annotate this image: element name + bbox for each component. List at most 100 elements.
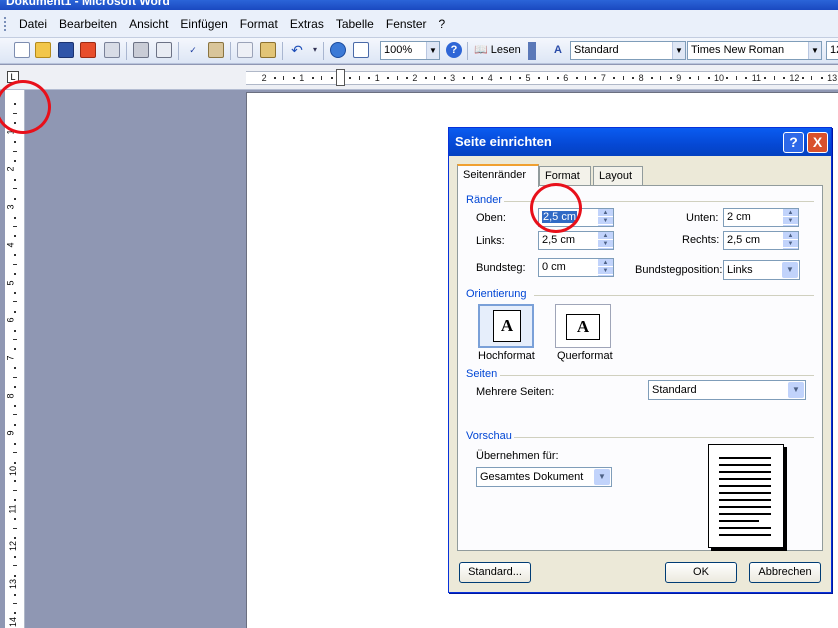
dialog-title-bar: Seite einrichten bbox=[449, 128, 831, 156]
spin-up-icon[interactable]: ▲ bbox=[598, 232, 613, 240]
landscape-page-icon: A bbox=[566, 314, 600, 340]
menu-datei[interactable]: Datei bbox=[13, 17, 53, 31]
font-combo[interactable]: Times New Roman ▼ bbox=[687, 41, 822, 60]
toolbar-overflow[interactable] bbox=[528, 42, 536, 60]
spin-down-icon[interactable]: ▼ bbox=[598, 217, 613, 225]
gutter-spinner[interactable]: 0 cm ▲ ▼ bbox=[538, 258, 614, 277]
ok-button[interactable]: OK bbox=[665, 562, 737, 583]
annotation-circle-ruler bbox=[0, 80, 51, 134]
menu-einfuegen[interactable]: Einfügen bbox=[174, 17, 233, 31]
ruler-tick bbox=[726, 77, 729, 79]
multiple-pages-select[interactable]: Standard ▼ bbox=[648, 380, 806, 400]
cancel-button[interactable]: Abbrechen bbox=[749, 562, 821, 583]
landscape-option[interactable]: A bbox=[555, 304, 611, 348]
tab-layout[interactable]: Layout bbox=[593, 166, 643, 186]
read-label: Lesen bbox=[490, 44, 521, 56]
apply-to-select[interactable]: Gesamtes Dokument ▼ bbox=[476, 467, 612, 487]
spin-up-icon[interactable]: ▲ bbox=[783, 209, 798, 217]
menu-tabelle[interactable]: Tabelle bbox=[330, 17, 380, 31]
portrait-option[interactable]: A bbox=[478, 304, 534, 348]
print-preview-icon[interactable] bbox=[156, 42, 172, 58]
ruler-tick bbox=[14, 593, 16, 596]
ruler-tick bbox=[14, 291, 16, 294]
menu-extras[interactable]: Extras bbox=[284, 17, 330, 31]
style-combo[interactable]: Standard ▼ bbox=[570, 41, 686, 60]
left-margin-label: Links: bbox=[476, 235, 505, 247]
dialog-title: Seite einrichten bbox=[455, 134, 552, 149]
ruler-tick bbox=[13, 565, 17, 567]
window-title-bar: Dokument1 - Microsoft Word bbox=[0, 0, 838, 10]
ruler-tick-label: 9 bbox=[676, 73, 682, 83]
chevron-down-icon[interactable]: ▼ bbox=[808, 42, 821, 59]
menu-ansicht[interactable]: Ansicht bbox=[123, 17, 174, 31]
gutter-label: Bundsteg: bbox=[476, 262, 526, 274]
chevron-down-icon[interactable]: ▼ bbox=[782, 262, 798, 278]
new-icon[interactable] bbox=[14, 42, 30, 58]
gutter-value: 0 cm bbox=[542, 261, 566, 273]
chevron-down-icon[interactable]: ▼ bbox=[594, 469, 610, 485]
chevron-down-icon[interactable]: ▼ bbox=[788, 382, 804, 398]
table-icon[interactable] bbox=[353, 42, 369, 58]
hyperlink-icon[interactable] bbox=[330, 42, 346, 58]
toolbar-separator bbox=[323, 42, 324, 60]
menu-bearbeiten[interactable]: Bearbeiten bbox=[53, 17, 123, 31]
chevron-down-icon[interactable]: ▼ bbox=[426, 42, 439, 59]
undo-icon[interactable]: ↶ bbox=[289, 42, 305, 58]
ruler-tick bbox=[14, 273, 16, 276]
tab-seitenraender[interactable]: Seitenränder bbox=[457, 164, 539, 187]
styles-icon[interactable]: A bbox=[550, 42, 566, 58]
zoom-combo[interactable]: 100% ▼ bbox=[380, 41, 440, 60]
ruler-tick-label: 2 bbox=[261, 73, 267, 83]
ruler-tick bbox=[321, 76, 323, 80]
apply-to-label: Übernehmen für: bbox=[476, 450, 559, 462]
research-icon[interactable] bbox=[208, 42, 224, 58]
ruler-tick-label: 7 bbox=[5, 355, 16, 361]
spin-down-icon[interactable]: ▼ bbox=[598, 240, 613, 248]
default-button[interactable]: Standard... bbox=[459, 562, 531, 583]
spin-up-icon[interactable]: ▲ bbox=[598, 259, 613, 267]
permission-icon[interactable] bbox=[80, 42, 96, 58]
toolbar-separator bbox=[282, 42, 283, 60]
read-button[interactable]: 📖 Lesen bbox=[474, 42, 524, 58]
spin-up-icon[interactable]: ▲ bbox=[598, 209, 613, 217]
left-margin-spinner[interactable]: 2,5 cm ▲ ▼ bbox=[538, 231, 614, 250]
right-margin-spinner[interactable]: 2,5 cm ▲ ▼ bbox=[723, 231, 799, 250]
menu-format[interactable]: Format bbox=[234, 17, 284, 31]
paste-icon[interactable] bbox=[260, 42, 276, 58]
save-icon[interactable] bbox=[58, 42, 74, 58]
gutter-position-select[interactable]: Links ▼ bbox=[723, 260, 800, 280]
spin-down-icon[interactable]: ▼ bbox=[598, 267, 613, 275]
menu-help[interactable]: ? bbox=[433, 17, 452, 31]
print-icon[interactable] bbox=[133, 42, 149, 58]
bottom-margin-spinner[interactable]: 2 cm ▲ ▼ bbox=[723, 208, 799, 227]
preview-line bbox=[719, 457, 771, 459]
style-value: Standard bbox=[574, 44, 619, 56]
spin-down-icon[interactable]: ▼ bbox=[783, 217, 798, 225]
ruler-tick bbox=[13, 339, 17, 341]
ruler-tick bbox=[660, 76, 662, 80]
pages-group-label: Seiten bbox=[466, 368, 498, 380]
spin-down-icon[interactable]: ▼ bbox=[783, 240, 798, 248]
email-icon[interactable] bbox=[104, 42, 120, 58]
toolbar-separator bbox=[126, 42, 127, 60]
undo-dropdown-icon[interactable]: ▾ bbox=[307, 42, 323, 58]
copy-icon[interactable] bbox=[237, 42, 253, 58]
menu-grip-handle[interactable] bbox=[4, 16, 7, 31]
ruler-tick bbox=[14, 574, 16, 577]
spin-up-icon[interactable]: ▲ bbox=[783, 232, 798, 240]
ruler-tick bbox=[14, 423, 16, 426]
indent-marker[interactable] bbox=[336, 69, 345, 86]
spelling-icon[interactable]: ✓ bbox=[185, 42, 201, 58]
help-button[interactable]: ? bbox=[783, 132, 804, 153]
chevron-down-icon[interactable]: ▼ bbox=[672, 42, 685, 59]
ruler-tick bbox=[13, 263, 17, 265]
menu-fenster[interactable]: Fenster bbox=[380, 17, 433, 31]
font-size-combo[interactable]: 12 bbox=[826, 41, 838, 60]
tab-format[interactable]: Format bbox=[539, 166, 591, 186]
open-icon[interactable] bbox=[35, 42, 51, 58]
multiple-pages-label: Mehrere Seiten: bbox=[476, 386, 555, 398]
ruler-tick bbox=[434, 76, 436, 80]
ruler-tick-label: 2 bbox=[412, 73, 418, 83]
close-button[interactable]: X bbox=[807, 132, 828, 153]
help-icon[interactable]: ? bbox=[446, 42, 462, 58]
